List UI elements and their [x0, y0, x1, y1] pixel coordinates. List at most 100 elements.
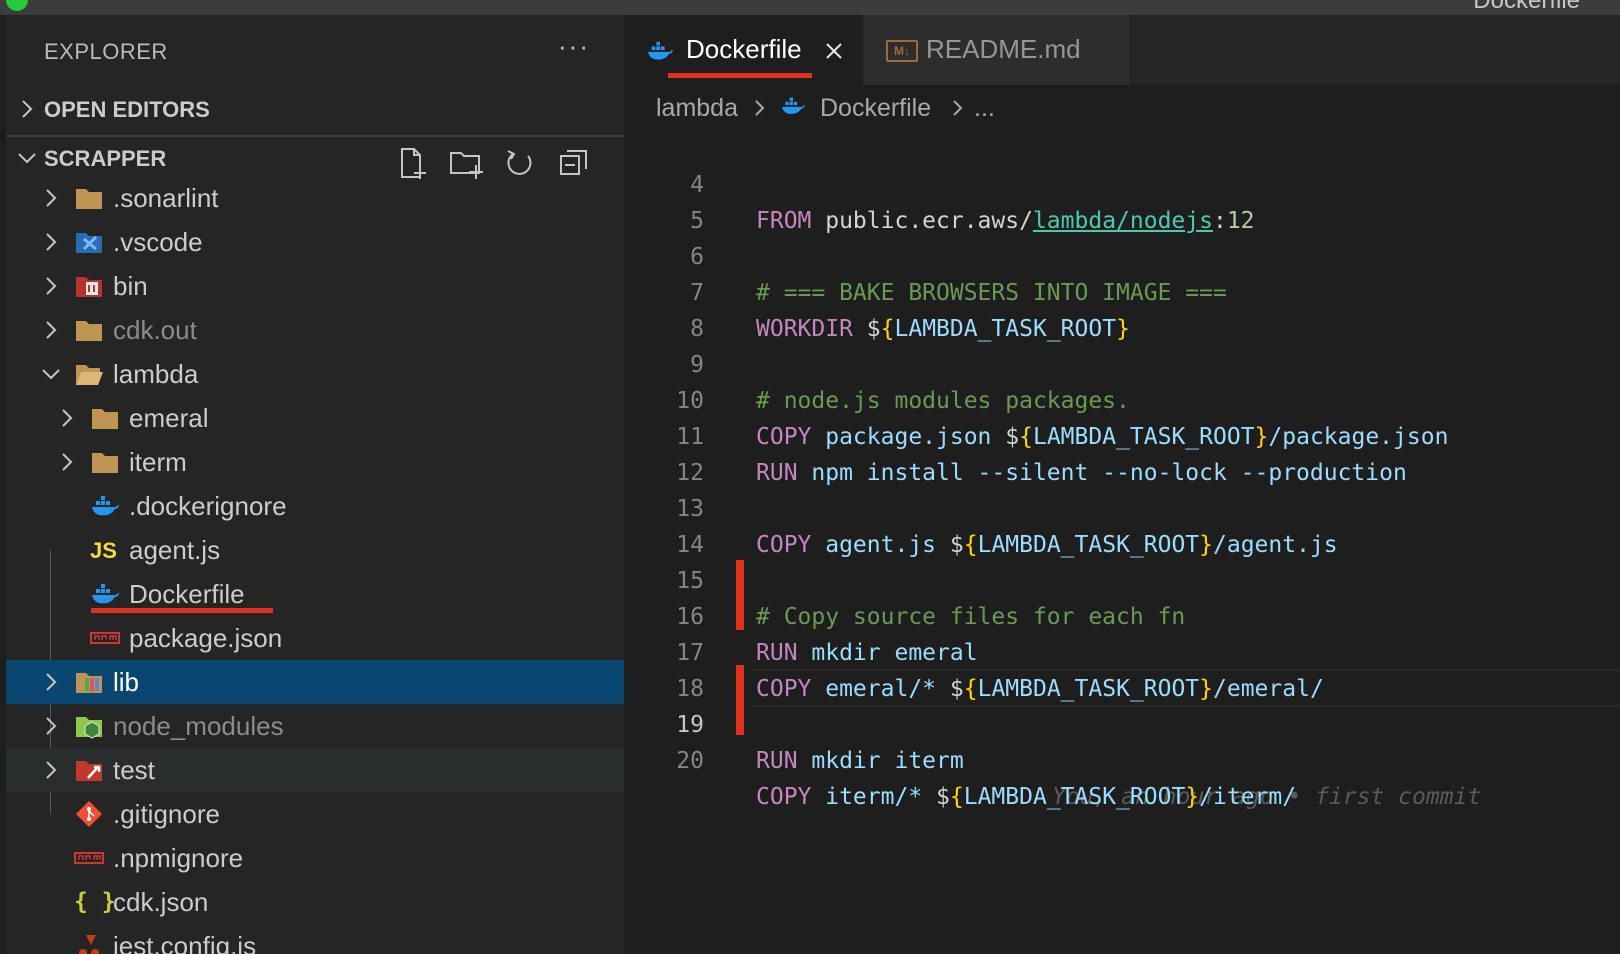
code-line[interactable]: 17 COPY emeral/* ${LAMBDA_TASK_ROOT}/eme… [624, 599, 1620, 702]
tree-item-label: .vscode [113, 227, 203, 257]
code-line[interactable]: 20 COPY iterm/* ${LAMBDA_TASK_ROOT}/iter… [624, 707, 1620, 810]
chevron-right-icon [46, 673, 57, 691]
folder-open-icon [76, 365, 103, 385]
tree-item-gitignore[interactable]: .gitignore [6, 792, 624, 836]
breadcrumb-folder[interactable]: lambda [656, 94, 738, 123]
tree-item-label: package.json [129, 623, 283, 653]
tree-item-label: bin [113, 271, 148, 301]
tree-item-label: lib [113, 667, 140, 697]
chevron-right-icon [62, 453, 73, 471]
code-line[interactable]: 5 [624, 167, 1620, 234]
code-line[interactable]: 9 # node.js modules packages. [624, 311, 1620, 414]
code-line[interactable]: 4 FROM public.ecr.aws/lambda/nodejs:12 [624, 131, 1620, 234]
tree-item-label: .dockerignore [129, 491, 287, 521]
tree-item-label: emeral [129, 403, 209, 433]
code-line[interactable]: 12 [624, 419, 1620, 486]
npm-icon [90, 632, 120, 644]
annotation-underline [668, 73, 812, 78]
explorer-sidebar: EXPLORER ··· OPEN EDITORS SCRAPPER .sona… [6, 15, 624, 954]
code-line[interactable]: 18 [624, 635, 1620, 702]
window-title: Dockerfile [1473, 0, 1580, 14]
tab-dockerfile[interactable]: Dockerfile [624, 15, 862, 85]
tree-item-label: .sonarlint [113, 183, 219, 213]
docker-icon [92, 584, 119, 604]
markdown-icon: M↓ [886, 40, 918, 62]
code-line[interactable]: 16 RUN mkdir emeral [624, 563, 1620, 666]
tree-item-label: iterm [129, 447, 187, 477]
open-editors-label: OPEN EDITORS [44, 97, 210, 122]
tree-item-npmignore[interactable]: .npmignore [6, 836, 624, 880]
vscode-folder-icon [76, 233, 102, 253]
docker-icon [648, 41, 673, 60]
explorer-header: EXPLORER ··· [6, 15, 624, 85]
folder-icon [92, 453, 118, 473]
tree-item-cdk-out[interactable]: cdk.out [6, 308, 624, 352]
docker-icon [92, 496, 119, 516]
line-content: COPY iterm/* ${LAMBDA_TASK_ROOT}/iterm/ [756, 784, 1297, 810]
chevron-right-icon [62, 409, 73, 427]
close-icon[interactable] [824, 41, 844, 61]
tree-item-vscode[interactable]: .vscode [6, 220, 624, 264]
tree-item-dockerignore[interactable]: .dockerignore [6, 484, 624, 528]
code-line[interactable]: 13 COPY agent.js ${LAMBDA_TASK_ROOT}/age… [624, 455, 1620, 558]
annotation-underline [91, 608, 273, 613]
chevron-right-icon [46, 277, 57, 295]
tree-item-label: cdk.out [113, 315, 197, 345]
tree-item-label: test [113, 755, 155, 785]
tree-item-jest-config[interactable]: jest.config.js [6, 924, 624, 954]
open-editors-section[interactable]: OPEN EDITORS [6, 88, 624, 132]
tab-readme[interactable]: M↓ README.md [864, 15, 1130, 85]
chevron-down-icon [18, 153, 36, 164]
tree-item-emeral[interactable]: emeral [6, 396, 624, 440]
tree-item-label: Dockerfile [129, 579, 245, 609]
breadcrumb-more[interactable]: ... [974, 94, 995, 123]
library-folder-icon [76, 673, 102, 693]
tree-item-label: node_modules [113, 711, 284, 741]
tree-item-label: cdk.json [113, 887, 209, 917]
npm-icon [74, 852, 104, 864]
tree-item-label: lambda [113, 359, 199, 389]
binary-folder-icon [76, 277, 102, 297]
docker-icon [782, 97, 805, 114]
tab-bar: Dockerfile M↓ README.md [624, 15, 1620, 85]
tree-item-agent-js[interactable]: JS agent.js [6, 528, 624, 572]
tree-item-label: .npmignore [113, 843, 244, 873]
code-line[interactable]: 15 # Copy source files for each fn [624, 527, 1620, 630]
chevron-right-icon [46, 761, 57, 779]
tree-item-lambda[interactable]: lambda [6, 352, 624, 396]
test-folder-icon [76, 761, 102, 781]
chevron-right-icon [46, 233, 57, 251]
tree-item-cdk-json[interactable]: { } cdk.json [6, 880, 624, 924]
tab-label: Dockerfile [686, 34, 802, 64]
project-label: SCRAPPER [44, 146, 167, 171]
chevron-right-icon [755, 100, 765, 116]
editor-area: Dockerfile M↓ README.md lambda Dockerfil… [624, 15, 1620, 954]
more-actions-icon[interactable]: ··· [558, 31, 590, 62]
code-line[interactable]: 14 [624, 491, 1620, 558]
tree-item-sonarlint[interactable]: .sonarlint [6, 176, 624, 220]
tree-item-test[interactable]: test [6, 748, 624, 792]
tab-label: README.md [926, 34, 1081, 64]
code-line[interactable]: 6 # === BAKE BROWSERS INTO IMAGE === [624, 203, 1620, 306]
node-folder-icon [76, 717, 102, 739]
tree-item-iterm[interactable]: iterm [6, 440, 624, 484]
line-number: 20 [676, 748, 704, 774]
window-control-icon[interactable] [6, 0, 28, 11]
git-icon [76, 801, 102, 827]
code-line[interactable]: 7 WORKDIR ${LAMBDA_TASK_ROOT} [624, 239, 1620, 342]
line-content: RUN mkdir iterm [756, 748, 964, 774]
tree-item-label: jest.config.js [113, 931, 257, 954]
tree-item-lib[interactable]: lib [6, 660, 624, 704]
breadcrumb-file[interactable]: Dockerfile [820, 94, 931, 123]
tree-item-bin[interactable]: bin [6, 264, 624, 308]
explorer-title: EXPLORER [44, 39, 168, 64]
code-line[interactable]: 11 RUN npm install --silent --no-lock --… [624, 383, 1620, 486]
chevron-right-icon [46, 189, 57, 207]
tree-item-package-json[interactable]: package.json [6, 616, 624, 660]
tree-item-node-modules[interactable]: node_modules [6, 704, 624, 748]
code-line[interactable]: 10 COPY package.json ${LAMBDA_TASK_ROOT}… [624, 347, 1620, 450]
code-line[interactable]: 8 [624, 275, 1620, 342]
folder-icon [76, 321, 102, 341]
code-line-current[interactable]: 19 RUN mkdir iterm You, an hour ago • fi… [624, 671, 1620, 810]
project-section[interactable]: SCRAPPER [6, 135, 624, 181]
